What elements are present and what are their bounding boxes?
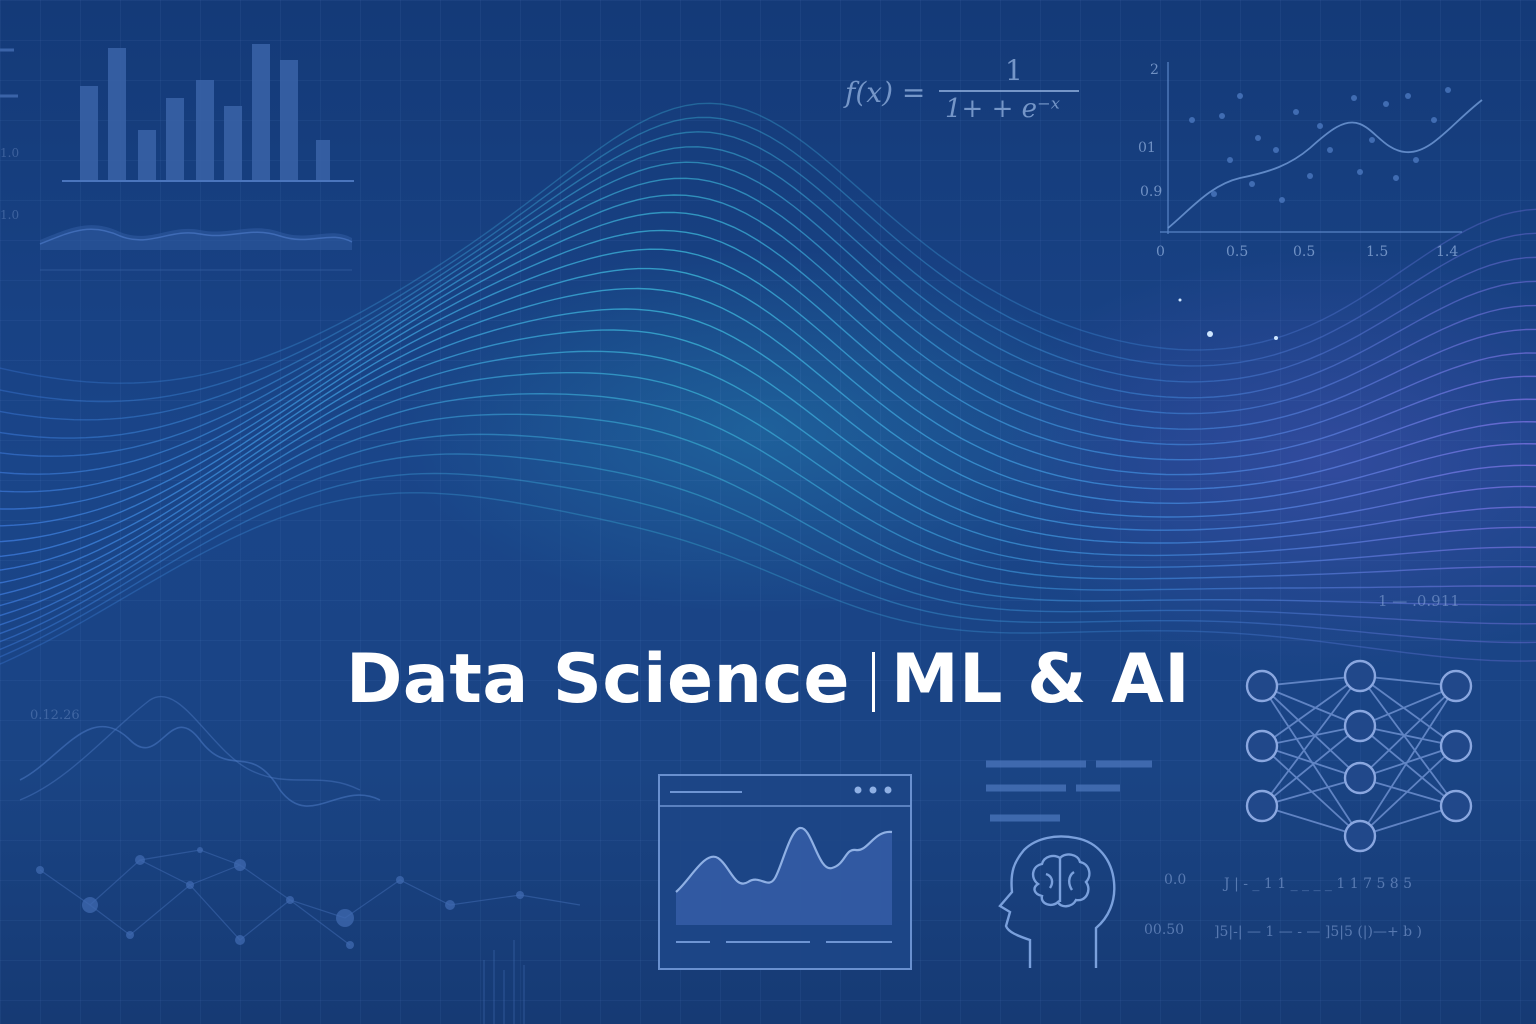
headline-right: ML & AI — [890, 640, 1191, 719]
headline-separator — [871, 652, 875, 712]
neural-network-icon — [1245, 659, 1473, 853]
headline: Data Science ML & AI — [0, 638, 1536, 722]
network-node — [1245, 789, 1279, 823]
network-node — [1439, 729, 1473, 763]
network-node — [1439, 789, 1473, 823]
network-node — [1245, 729, 1279, 763]
network-edge — [1359, 725, 1457, 807]
headline-left: Data Science — [345, 640, 850, 719]
network-edge — [1261, 725, 1361, 807]
network-node — [1343, 761, 1377, 795]
network-node — [1343, 819, 1377, 853]
hero-banner: f(x) = 1 1+ + e⁻ˣ 2 01 0.9 0 0.5 0.5 1.5… — [0, 0, 1536, 1024]
